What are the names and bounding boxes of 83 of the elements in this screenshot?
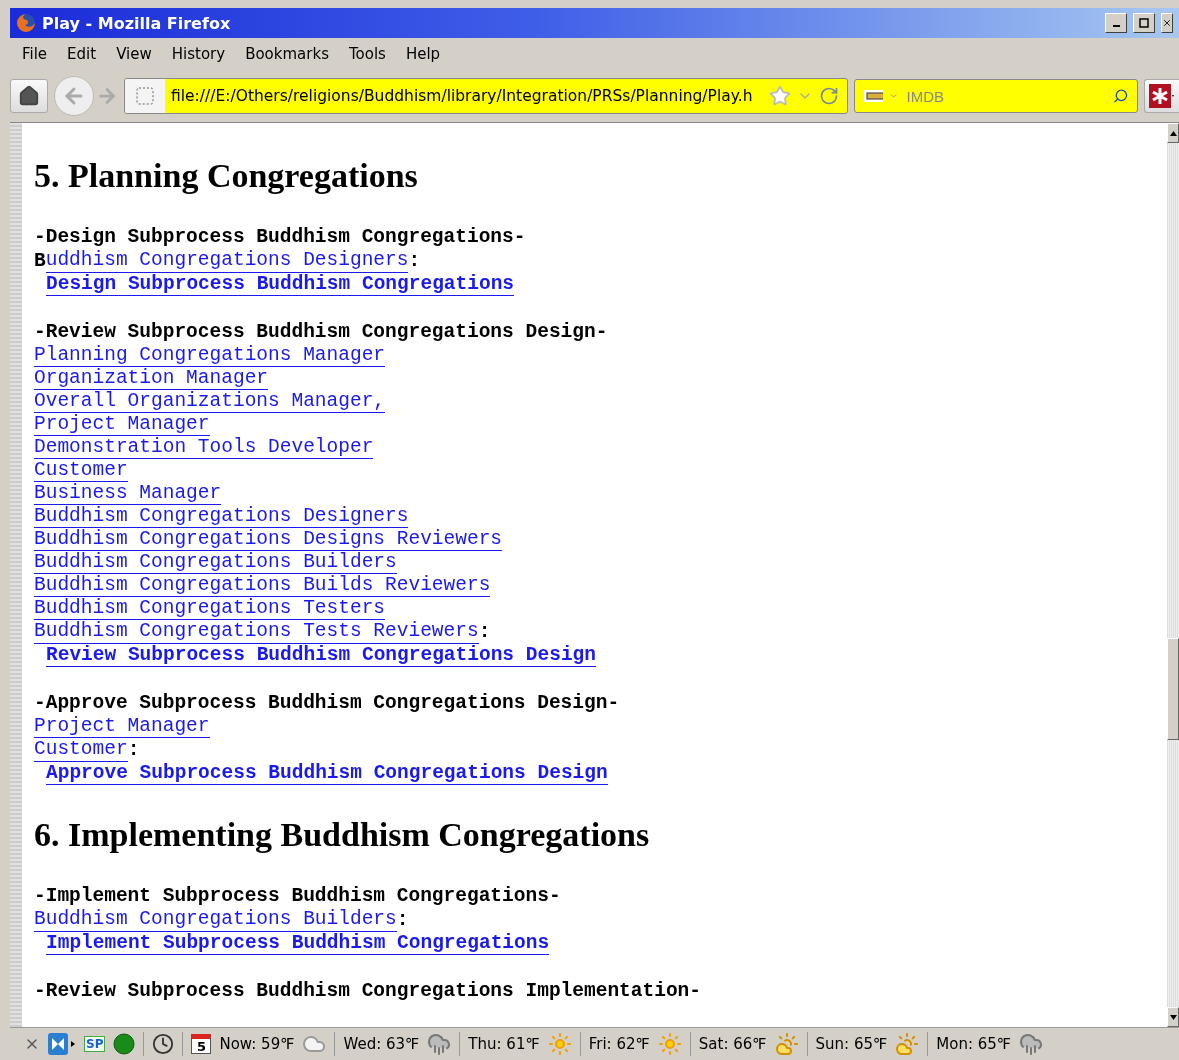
down-triangle-icon <box>1169 1014 1177 1020</box>
search-input[interactable]: IMDB <box>904 86 1108 106</box>
sp-icon[interactable]: SP <box>84 1036 106 1052</box>
subprocess-title: -Implement Subprocess Buddhism Congregations- <box>34 884 561 908</box>
role-link[interactable]: Project Manager <box>34 715 210 738</box>
home-button[interactable] <box>10 79 48 113</box>
weather-forecast[interactable]: Now: 59℉ <box>219 1035 295 1053</box>
sun-icon <box>657 1032 682 1056</box>
asterisk-icon <box>1149 84 1175 108</box>
weather-forecast[interactable]: Sun: 65℉ <box>815 1035 888 1053</box>
weather-forecast[interactable]: Fri: 62℉ <box>588 1035 650 1053</box>
subprocess-title: -Review Subprocess Buddhism Congregations Implementation- <box>34 979 701 1003</box>
subprocess-link[interactable]: Implement Subprocess Buddhism Congregations <box>46 932 550 955</box>
address-field[interactable]: file:///E:/Others/religions/Buddhism/library/Integration/PRSs/Planning/Play.h <box>124 78 848 114</box>
subprocess-link[interactable]: Review Subprocess Buddhism Congregations Design <box>46 644 596 667</box>
up-triangle-icon <box>1169 130 1177 136</box>
window-title: Play - Mozilla Firefox <box>42 13 232 33</box>
role-link[interactable]: Demonstration Tools Developer <box>34 436 374 459</box>
role-link[interactable]: Buddhism Congregations Tests Reviewers <box>34 620 479 644</box>
colon: : <box>396 908 409 932</box>
maximize-icon <box>1139 18 1149 28</box>
minimize-button[interactable] <box>1105 13 1127 33</box>
colon: : <box>408 249 421 273</box>
section-heading: 5. Planning Congregations <box>34 156 419 196</box>
colon: : <box>127 738 140 762</box>
browser-logo-icon <box>16 13 36 33</box>
close-icon <box>1162 18 1172 28</box>
role-link[interactable]: Business Manager <box>34 482 222 505</box>
rain-cloud-icon <box>1019 1032 1044 1056</box>
star-icon[interactable] <box>769 85 791 107</box>
role-link[interactable]: uddhism Congregations Designers <box>45 249 409 273</box>
rain-cloud-icon <box>427 1032 452 1056</box>
role-link[interactable]: Buddhism Congregations Builds Reviewers <box>34 574 491 597</box>
subprocess-link[interactable]: Design Subprocess Buddhism Congregations <box>46 273 515 296</box>
scroll-down-button[interactable] <box>1167 1007 1179 1027</box>
search-bar[interactable]: IMDB <box>854 79 1138 113</box>
role-link[interactable]: Buddhism Congregations Designers <box>34 505 409 528</box>
role-link[interactable]: Overall Organizations Manager, <box>34 390 386 413</box>
scrollbar-thumb[interactable] <box>1167 638 1179 740</box>
role-link[interactable]: Customer <box>34 738 128 762</box>
clock-icon[interactable] <box>152 1033 175 1055</box>
menu-item[interactable]: Tools <box>340 43 394 65</box>
colon: : <box>478 620 491 644</box>
role-link[interactable]: Organization Manager <box>34 367 269 390</box>
section-heading: 6. Implementing Buddhism Congregations <box>34 815 651 855</box>
subprocess-title: -Design Subprocess Buddhism Congregations- <box>34 225 526 249</box>
role-link[interactable]: Buddhism Congregations Builders <box>34 908 397 932</box>
butterfly-icon[interactable] <box>48 1033 76 1055</box>
role-link[interactable]: Buddhism Congregations Builders <box>34 551 397 574</box>
menu-item[interactable]: View <box>108 43 160 65</box>
subprocess-title: -Review Subprocess Buddhism Congregations Design- <box>34 320 608 344</box>
subprocess-title: -Approve Subprocess Buddhism Congregations Design- <box>34 691 620 715</box>
menu-item[interactable]: File <box>14 43 56 65</box>
close-button[interactable] <box>1161 13 1173 33</box>
search-engine-icon <box>863 87 884 105</box>
menu-item[interactable]: History <box>163 43 234 65</box>
sun-icon <box>547 1032 572 1056</box>
weather-forecast[interactable]: Sat: 66℉ <box>698 1035 767 1053</box>
extension-button[interactable] <box>1144 79 1179 113</box>
menu-item[interactable]: Edit <box>59 43 105 65</box>
sun-cloud-icon <box>774 1032 799 1056</box>
menu-item[interactable]: Bookmarks <box>237 43 337 65</box>
weather-forecast[interactable]: Wed: 63℉ <box>343 1035 420 1053</box>
right-arrow-icon <box>96 85 118 107</box>
weather-forecast[interactable]: Thu: 61℉ <box>468 1035 540 1053</box>
subprocess-link[interactable]: Approve Subprocess Buddhism Congregations Design <box>46 762 608 785</box>
weather-forecast[interactable]: Mon: 65℉ <box>936 1035 1012 1053</box>
role-prefix: B <box>34 249 46 273</box>
role-link[interactable]: Buddhism Congregations Designs Reviewers <box>34 528 503 551</box>
role-link[interactable]: Customer <box>34 459 128 482</box>
scroll-up-button[interactable] <box>1167 123 1179 143</box>
home-icon <box>18 85 40 107</box>
role-link[interactable]: Buddhism Congregations Testers <box>34 597 386 620</box>
site-identity-icon <box>135 86 155 106</box>
minimize-icon <box>1112 25 1120 27</box>
maximize-button[interactable] <box>1133 13 1155 33</box>
calendar-icon[interactable]: 5 <box>191 1034 212 1054</box>
sun-cloud-icon <box>895 1032 920 1056</box>
role-link[interactable]: Planning Congregations Manager <box>34 344 386 367</box>
role-link[interactable]: Project Manager <box>34 413 210 436</box>
scrollbar[interactable] <box>1167 123 1179 1027</box>
reload-icon[interactable] <box>819 86 839 106</box>
menu-item[interactable]: Help <box>397 43 449 65</box>
